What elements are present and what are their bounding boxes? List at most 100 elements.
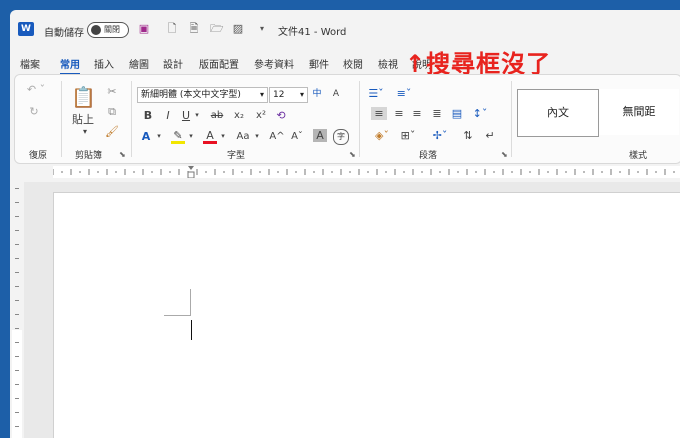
ruler-tick [15, 412, 19, 413]
ruler-tick [15, 328, 19, 329]
paste-icon[interactable]: 📋 [71, 85, 96, 109]
grow-font-button[interactable]: A^ [269, 130, 285, 143]
group-separator [61, 81, 62, 157]
ruler-tick [15, 300, 19, 301]
font-name-value: 新細明體 (本文中文字型) [141, 90, 241, 100]
tab-insert[interactable]: 插入 [94, 56, 114, 71]
ruler-tick [15, 202, 19, 203]
group-separator [131, 81, 132, 157]
ruler-tick [15, 188, 19, 189]
tab-home[interactable]: 常用 [60, 56, 80, 75]
export-pdf-icon[interactable]: 🗎 [188, 23, 200, 35]
tab-layout[interactable]: 版面配置 [199, 56, 239, 71]
autosave-state: 關閉 [104, 25, 120, 34]
chevron-down-icon[interactable]: ▾ [155, 130, 163, 143]
strikethrough-button[interactable]: ab [209, 109, 225, 122]
ruler-tick [15, 356, 19, 357]
ruler-tick [15, 258, 19, 259]
cut-icon[interactable]: ✂ [105, 85, 119, 98]
font-launcher-icon[interactable]: ⬊ [349, 150, 356, 159]
ruler-tick [15, 216, 19, 217]
redo-icon[interactable]: ↻ [25, 105, 43, 118]
paragraph-launcher-icon[interactable]: ⬊ [501, 150, 508, 159]
font-color-icon[interactable]: A [203, 130, 217, 144]
customize-qat-icon[interactable]: ▾ [256, 23, 268, 35]
shrink-font-button[interactable]: Aˇ [289, 130, 305, 143]
margin-crop-mark [164, 289, 191, 316]
format-painter-icon[interactable]: 🖌 [105, 125, 119, 138]
borders-icon[interactable]: ⊞ˇ [397, 129, 419, 142]
word-window: W 自動儲存 關閉 ▣ 🗋 🗎 🗁 ▨ ▾ 文件41 - Word 檔案 常用 … [10, 10, 680, 438]
word-logo-icon: W [18, 22, 34, 36]
group-label-font: 字型 [227, 151, 246, 161]
tab-review[interactable]: 校閱 [343, 56, 363, 71]
justify-icon[interactable]: ≣ [429, 107, 445, 120]
ruler-tick [15, 286, 19, 287]
chevron-down-icon[interactable]: ▾ [219, 130, 227, 143]
align-center-icon[interactable]: ≡ [391, 107, 407, 120]
chevron-down-icon: ▾ [259, 90, 264, 99]
character-shading-button[interactable]: A [313, 129, 327, 142]
undo-icon[interactable]: ↶ ˇ [25, 83, 47, 96]
line-spacing-icon[interactable]: ↕ˇ [469, 107, 491, 120]
tab-draw[interactable]: 繪圖 [129, 56, 149, 71]
clipboard-launcher-icon[interactable]: ⬊ [119, 150, 126, 159]
sort-icon[interactable]: ⇅ [461, 129, 475, 142]
group-separator [511, 81, 512, 157]
show-marks-icon[interactable]: ↵ [483, 129, 497, 142]
shading-icon[interactable]: ◈ˇ [371, 129, 393, 142]
autosave-toggle[interactable]: 關閉 [87, 22, 129, 38]
superscript-button[interactable]: x² [253, 109, 269, 122]
text-effects-icon[interactable]: A [139, 130, 153, 143]
ruler-tick [15, 426, 19, 427]
autosave-label: 自動儲存 [44, 28, 84, 39]
align-right-icon[interactable]: ≡ [409, 107, 425, 120]
subscript-button[interactable]: x₂ [231, 109, 247, 122]
save-icon[interactable]: ▣ [138, 23, 150, 35]
phonetic-guide-icon[interactable]: 中 [309, 88, 325, 101]
clear-format-icon[interactable]: A [329, 88, 343, 101]
bold-button[interactable]: B [141, 109, 155, 122]
ribbon-tabs: 檔案 常用 插入 繪圖 設計 版面配置 參考資料 郵件 校閱 檢視 說明 [10, 50, 680, 75]
align-left-icon[interactable]: ≡ [371, 107, 387, 120]
left-indent-marker [187, 171, 195, 178]
copy-icon[interactable]: ⧉ [105, 105, 119, 118]
tab-mailings[interactable]: 郵件 [309, 56, 329, 71]
vertical-ruler [10, 182, 24, 438]
distributed-icon[interactable]: ▤ [449, 107, 465, 120]
text-effects-clear-icon[interactable]: ⟲ [273, 109, 289, 122]
ruler-tick [15, 342, 19, 343]
tab-file[interactable]: 檔案 [20, 56, 40, 71]
style-no-spacing[interactable]: 無間距 [599, 89, 679, 135]
enclose-characters-button[interactable]: 字 [333, 129, 349, 145]
horizontal-ruler[interactable] [53, 166, 680, 178]
group-label-paragraph: 段落 [419, 151, 438, 161]
tab-references[interactable]: 參考資料 [254, 56, 294, 71]
text-cursor [191, 320, 192, 340]
change-case-button[interactable]: Aa [233, 130, 253, 143]
font-size-box[interactable]: 12 ▾ [269, 87, 308, 103]
highlight-icon[interactable]: ✎ [171, 130, 185, 144]
chevron-down-icon[interactable]: ▾ [253, 130, 261, 143]
font-name-box[interactable]: 新細明體 (本文中文字型) ▾ [137, 87, 268, 103]
underline-button[interactable]: U [179, 109, 193, 122]
chevron-down-icon[interactable]: ▾ [187, 130, 195, 143]
style-normal[interactable]: 內文 [517, 89, 599, 137]
group-separator [359, 81, 360, 157]
paste-dropdown-icon[interactable]: ▾ [73, 125, 97, 138]
tab-view[interactable]: 檢視 [378, 56, 398, 71]
bullets-icon[interactable]: ☰ˇ [365, 87, 387, 100]
new-document-icon[interactable]: 🗋 [166, 23, 178, 35]
group-label-clipboard: 剪貼簿 [75, 151, 103, 161]
group-label-undo: 復原 [29, 151, 48, 161]
asian-layout-icon[interactable]: ✢ˇ [429, 129, 451, 142]
picture-icon[interactable]: ▨ [232, 23, 244, 35]
document-page[interactable] [53, 192, 680, 438]
numbering-icon[interactable]: ≡ˇ [393, 87, 415, 100]
ruler-tick [15, 384, 19, 385]
tab-design[interactable]: 設計 [163, 56, 183, 71]
open-folder-icon[interactable]: 🗁 [210, 23, 224, 35]
ribbon: ↶ ˇ ↻ 復原 📋 貼上 ▾ ✂ ⧉ 🖌 剪貼簿 ⬊ 新細明體 (本文中文字型… [14, 74, 680, 164]
italic-button[interactable]: I [161, 109, 175, 122]
chevron-down-icon[interactable]: ▾ [193, 109, 201, 122]
